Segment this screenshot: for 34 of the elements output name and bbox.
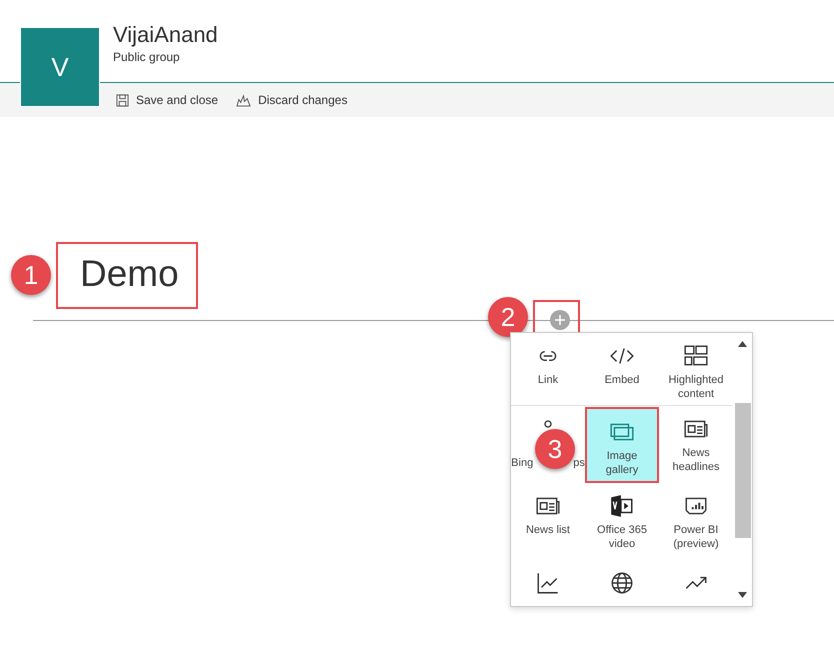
webpart-tile[interactable]: News headlines	[659, 406, 733, 483]
tile-label: Bing	[511, 456, 534, 470]
webpart-tile[interactable]: Embed	[585, 333, 659, 405]
tile-label: Image gallery	[604, 449, 640, 477]
tile-label: Embed	[604, 373, 640, 387]
save-icon	[116, 94, 129, 106]
callout-number: 2	[488, 297, 528, 337]
tile-label: Link	[536, 373, 560, 387]
tile-label: Office 365 video	[596, 523, 648, 551]
tile-label: News list	[524, 523, 571, 537]
callout-number: 1	[11, 255, 51, 295]
webpart-tile[interactable]: Office 365 video	[585, 483, 659, 560]
webpart-tile[interactable]: News list	[511, 483, 585, 560]
discard-icon	[236, 94, 252, 106]
page-title: Demo	[80, 253, 179, 294]
scroll-down-icon[interactable]	[738, 592, 747, 598]
tile-label: News headlines	[671, 446, 721, 474]
tile-label: Power BI (preview)	[672, 523, 720, 551]
pin-icon	[544, 420, 552, 428]
group-logo: V	[20, 27, 100, 107]
tile-label: ps	[573, 456, 585, 470]
discard-button[interactable]: Discard changes	[236, 91, 348, 109]
globe-icon	[609, 570, 635, 596]
scroll-up-icon[interactable]	[738, 341, 747, 347]
site-title: VijaiAnand	[113, 22, 218, 48]
tile-label: Highlighted content	[667, 373, 725, 401]
webpart-tile[interactable]: Image gallery	[585, 407, 659, 483]
webpart-tile[interactable]: Power BI (preview)	[659, 483, 733, 560]
save-button[interactable]: Save and close	[116, 91, 218, 109]
site-subtitle: Public group	[113, 49, 181, 66]
scroll-thumb[interactable]	[735, 403, 751, 538]
video-logo-icon	[609, 493, 635, 519]
webpart-tile[interactable]: Highlighted content	[659, 333, 733, 405]
plus-icon	[554, 314, 566, 326]
